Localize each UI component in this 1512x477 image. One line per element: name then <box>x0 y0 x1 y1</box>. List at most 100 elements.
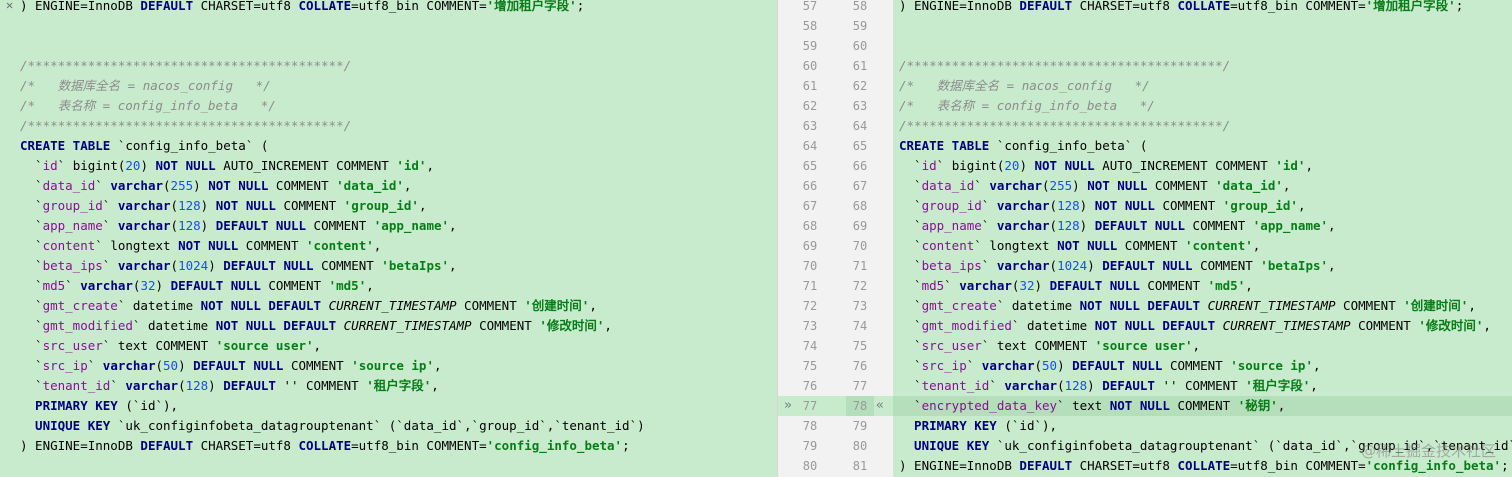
code-line[interactable]: ) ENGINE=InnoDB DEFAULT CHARSET=utf8 COL… <box>893 0 1512 16</box>
code-line[interactable]: `id` bigint(20) NOT NULL AUTO_INCREMENT … <box>0 156 777 176</box>
code-token: , <box>1328 218 1336 233</box>
code-line[interactable]: `group_id` varchar(128) NOT NULL COMMENT… <box>893 196 1512 216</box>
code-line[interactable]: `src_ip` varchar(50) DEFAULT NULL COMMEN… <box>893 356 1512 376</box>
code-line[interactable]: PRIMARY KEY (`id`), <box>893 416 1512 436</box>
code-line[interactable]: `data_id` varchar(255) NOT NULL COMMENT … <box>893 176 1512 196</box>
code-line[interactable]: `src_user` text COMMENT 'source user', <box>893 336 1512 356</box>
code-token: ` bigint( <box>936 158 1005 173</box>
gutter-row: 64 65 <box>778 136 894 156</box>
code-token: , <box>1312 358 1321 373</box>
code-line[interactable] <box>893 36 1512 56</box>
code-line[interactable]: CREATE TABLE `config_info_beta` ( <box>0 136 777 156</box>
code-token: ` datetime <box>1011 318 1095 333</box>
code-line[interactable]: `gmt_create` datetime NOT NULL DEFAULT C… <box>893 296 1512 316</box>
code-token: , <box>373 238 382 253</box>
code-line[interactable]: ) ENGINE=InnoDB DEFAULT CHARSET=utf8 COL… <box>0 436 777 456</box>
code-token: id <box>921 158 937 173</box>
code-token: ) <box>200 218 216 233</box>
code-line[interactable]: ) ENGINE=InnoDB DEFAULT CHARSET=utf8 COL… <box>0 0 777 16</box>
code-line[interactable] <box>893 16 1512 36</box>
code-line[interactable]: `gmt_modified` datetime NOT NULL DEFAULT… <box>893 316 1512 336</box>
left-editor-pane[interactable]: ✕ ) ENGINE=InnoDB DEFAULT CHARSET=utf8 C… <box>0 0 777 477</box>
code-line[interactable]: `beta_ips` varchar(1024) DEFAULT NULL CO… <box>893 256 1512 276</box>
code-line[interactable]: `content` longtext NOT NULL COMMENT 'con… <box>893 236 1512 256</box>
code-token: /***************************************… <box>899 118 1231 133</box>
gutter-row: 62 63 <box>778 96 894 116</box>
code-token: =utf8_bin COMMENT= <box>1230 458 1366 473</box>
code-token: src_user <box>921 338 982 353</box>
code-line[interactable]: `group_id` varchar(128) NOT NULL COMMENT… <box>0 196 777 216</box>
code-line[interactable]: `app_name` varchar(128) DEFAULT NULL COM… <box>893 216 1512 236</box>
code-token: , <box>431 378 439 393</box>
right-line-number: 72 <box>852 279 868 293</box>
code-line[interactable]: `src_ip` varchar(50) DEFAULT NULL COMMEN… <box>0 356 777 376</box>
code-token: NOT NULL <box>155 158 216 173</box>
code-line[interactable]: `tenant_id` varchar(128) DEFAULT '' COMM… <box>893 376 1512 396</box>
code-token: /* 表名称 = config_info_beta */ <box>20 98 276 113</box>
code-token: NOT NULL DEFAULT <box>1094 318 1216 333</box>
code-token: data_id <box>921 178 975 193</box>
code-token: ) ENGINE=InnoDB <box>20 0 141 13</box>
code-line[interactable]: `src_user` text COMMENT 'source user', <box>0 336 777 356</box>
diff-viewer: ✕ ) ENGINE=InnoDB DEFAULT CHARSET=utf8 C… <box>0 0 1512 477</box>
code-line[interactable]: CREATE TABLE `config_info_beta` ( <box>893 136 1512 156</box>
code-line[interactable]: `app_name` varchar(128) DEFAULT NULL COM… <box>0 216 777 236</box>
code-token: ` text COMMENT <box>981 338 1095 353</box>
code-line[interactable]: `data_id` varchar(255) NOT NULL COMMENT … <box>0 176 777 196</box>
code-token: DEFAULT NULL <box>170 278 261 293</box>
code-line[interactable]: /***************************************… <box>893 56 1512 76</box>
code-line[interactable]: `beta_ips` varchar(1024) DEFAULT NULL CO… <box>0 256 777 276</box>
code-line[interactable]: /***************************************… <box>0 116 777 136</box>
code-line[interactable]: `id` bigint(20) NOT NULL AUTO_INCREMENT … <box>893 156 1512 176</box>
code-line[interactable]: /* 数据库全名 = nacos_config */ <box>893 76 1512 96</box>
code-line[interactable]: /* 表名称 = config_info_beta */ <box>893 96 1512 116</box>
code-line[interactable]: PRIMARY KEY (`id`), <box>0 396 777 416</box>
code-line[interactable]: `content` longtext NOT NULL COMMENT 'con… <box>0 236 777 256</box>
code-token: 'betaIps' <box>1260 258 1329 273</box>
code-token: 1024 <box>178 258 209 273</box>
gutter-row: 73 74 <box>778 316 894 336</box>
code-line[interactable] <box>0 36 777 56</box>
code-token: ` datetime <box>132 318 216 333</box>
apply-change-right-icon[interactable]: » <box>784 396 792 416</box>
apply-change-left-icon[interactable]: « <box>876 396 884 416</box>
gutter-row: 71 72 <box>778 276 894 296</box>
code-line[interactable]: `gmt_modified` datetime NOT NULL DEFAULT… <box>0 316 777 336</box>
code-line[interactable]: /***************************************… <box>0 56 777 76</box>
code-line[interactable] <box>0 456 777 476</box>
code-token: , <box>1305 158 1313 173</box>
code-token: COMMENT <box>471 318 540 333</box>
code-token: NOT NULL <box>208 178 269 193</box>
code-token: COMMENT <box>1350 318 1419 333</box>
code-line[interactable]: `md5` varchar(32) DEFAULT NULL COMMENT '… <box>893 276 1512 296</box>
left-line-number: 72 <box>802 299 818 313</box>
code-line[interactable]: `tenant_id` varchar(128) DEFAULT '' COMM… <box>0 376 777 396</box>
code-line[interactable]: `encrypted_data_key` text NOT NULL COMME… <box>893 396 1512 416</box>
left-line-number: 59 <box>802 39 818 53</box>
code-token: PRIMARY KEY <box>20 398 118 413</box>
code-token: ( <box>170 258 179 273</box>
code-line[interactable]: /***************************************… <box>893 116 1512 136</box>
left-line-number: 60 <box>802 59 818 73</box>
code-line[interactable]: `md5` varchar(32) DEFAULT NULL COMMENT '… <box>0 276 777 296</box>
code-line[interactable]: /* 数据库全名 = nacos_config */ <box>0 76 777 96</box>
code-token: ) ENGINE=InnoDB <box>899 458 1020 473</box>
code-line[interactable] <box>0 16 777 36</box>
code-token: CHARSET=utf8 <box>193 0 299 13</box>
left-line-number: 57 <box>802 0 818 13</box>
gutter-row: 60 61 <box>778 56 894 76</box>
code-token: group_id <box>921 198 982 213</box>
code-token: '' COMMENT <box>275 378 367 393</box>
code-token: , <box>313 338 322 353</box>
code-line[interactable]: /* 表名称 = config_info_beta */ <box>0 96 777 116</box>
code-line[interactable]: UNIQUE KEY `uk_configinfobeta_datagroupt… <box>0 416 777 436</box>
code-token: DEFAULT NULL <box>193 358 284 373</box>
code-line[interactable]: `gmt_create` datetime NOT NULL DEFAULT C… <box>0 296 777 316</box>
right-editor-pane[interactable]: ) ENGINE=InnoDB DEFAULT CHARSET=utf8 COL… <box>893 0 1512 477</box>
code-token: varchar <box>125 378 179 393</box>
code-token: CHARSET=utf8 <box>1072 458 1178 473</box>
code-token: 50 <box>163 358 179 373</box>
left-line-number: 73 <box>802 319 818 333</box>
